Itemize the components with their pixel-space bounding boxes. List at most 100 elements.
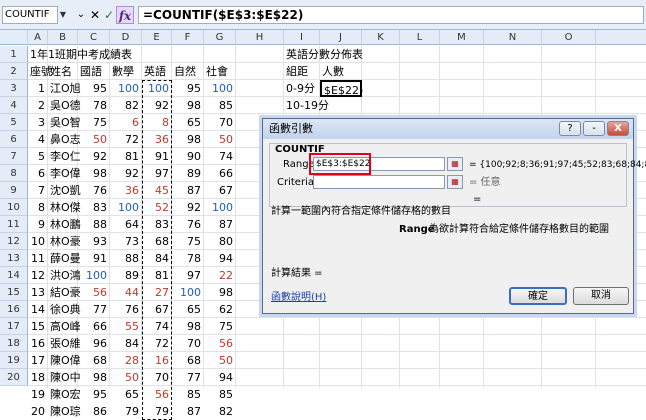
score-cell[interactable]: 76	[112, 301, 142, 318]
row-header[interactable]: 17	[0, 318, 28, 335]
score-cell[interactable]: 36	[112, 182, 142, 199]
score-cell[interactable]: 70	[174, 335, 204, 352]
score-cell[interactable]: 89	[112, 267, 142, 284]
student-name[interactable]: 張O維	[50, 335, 81, 352]
student-name[interactable]: 李O仁	[50, 148, 81, 165]
score-cell[interactable]: 100	[80, 267, 110, 284]
score-cell[interactable]: 85	[174, 386, 204, 403]
score-cell[interactable]: 78	[80, 97, 110, 114]
row-header[interactable]: 19	[0, 352, 28, 369]
student-name[interactable]: 林O傑	[50, 199, 81, 216]
score-cell[interactable]: 7	[30, 182, 48, 199]
score-cell[interactable]: 15	[30, 318, 48, 335]
student-name[interactable]: 陳O中	[50, 369, 81, 386]
score-cell[interactable]: 62	[206, 301, 236, 318]
row-header[interactable]: 12	[0, 233, 28, 250]
score-cell[interactable]: 64	[112, 216, 142, 233]
student-name[interactable]: 高O峰	[50, 318, 81, 335]
student-name[interactable]: 陳O宏	[50, 386, 81, 403]
score-cell[interactable]: 5	[30, 148, 48, 165]
score-cell[interactable]: 79	[112, 403, 142, 420]
score-cell[interactable]: 85	[206, 386, 236, 403]
score-cell[interactable]: 83	[80, 199, 110, 216]
row-header[interactable]: 15	[0, 284, 28, 301]
score-cell[interactable]: 95	[80, 80, 110, 97]
column-label[interactable]: 數學	[112, 63, 142, 80]
score-cell[interactable]: 50	[206, 352, 236, 369]
score-cell[interactable]: 19	[30, 386, 48, 403]
row-header[interactable]: 16	[0, 301, 28, 318]
student-name[interactable]: 沈O凱	[50, 182, 81, 199]
student-name[interactable]: 薛O曼	[50, 250, 81, 267]
column-label[interactable]: 姓名	[50, 63, 78, 80]
score-cell[interactable]: 6	[112, 114, 142, 131]
row-header[interactable]: 20	[0, 369, 28, 386]
student-name[interactable]: 鼻O志	[50, 131, 81, 148]
score-cell[interactable]: 10	[30, 233, 48, 250]
score-cell[interactable]: 90	[174, 148, 204, 165]
score-cell[interactable]: 50	[80, 131, 110, 148]
column-label[interactable]: 自然	[174, 63, 204, 80]
student-name[interactable]: 林O豪	[50, 233, 81, 250]
distribution-title[interactable]: 英語分數分佈表	[286, 46, 363, 63]
score-cell[interactable]: 13	[30, 284, 48, 301]
score-cell[interactable]: 9	[30, 216, 48, 233]
student-name[interactable]: 結O豪	[50, 284, 81, 301]
student-name[interactable]: 李O偉	[50, 165, 81, 182]
score-cell[interactable]: 89	[174, 165, 204, 182]
score-cell[interactable]: 92	[112, 165, 142, 182]
row-header[interactable]: 10	[0, 199, 28, 216]
score-cell[interactable]: 65	[174, 301, 204, 318]
score-cell[interactable]: 68	[174, 352, 204, 369]
row-header[interactable]: 3	[0, 80, 28, 97]
ok-button[interactable]: 確定	[509, 287, 567, 305]
score-cell[interactable]: 98	[80, 165, 110, 182]
score-cell[interactable]: 77	[174, 369, 204, 386]
criteria-input[interactable]	[313, 175, 445, 189]
distribution-group[interactable]: 10-19分	[286, 97, 329, 114]
score-cell[interactable]: 72	[112, 131, 142, 148]
score-cell[interactable]: 14	[30, 301, 48, 318]
column-label[interactable]: 座號	[30, 63, 52, 80]
score-cell[interactable]: 77	[80, 301, 110, 318]
score-cell[interactable]: 82	[112, 97, 142, 114]
score-cell[interactable]: 80	[206, 233, 236, 250]
score-cell[interactable]: 94	[206, 369, 236, 386]
score-cell[interactable]: 92	[80, 148, 110, 165]
score-cell[interactable]: 56	[206, 335, 236, 352]
column-label[interactable]: 國語	[80, 63, 110, 80]
score-cell[interactable]: 87	[174, 182, 204, 199]
score-cell[interactable]: 2	[30, 97, 48, 114]
row-header[interactable]: 1	[0, 46, 28, 63]
distribution-header[interactable]: 人數	[322, 63, 362, 80]
row-header[interactable]: 14	[0, 267, 28, 284]
score-cell[interactable]: 98	[80, 369, 110, 386]
student-name[interactable]: 江O旭	[50, 80, 81, 97]
row-header[interactable]: 2	[0, 63, 28, 80]
score-cell[interactable]: 92	[174, 199, 204, 216]
score-cell[interactable]: 98	[206, 284, 236, 301]
score-cell[interactable]: 100	[206, 199, 236, 216]
score-cell[interactable]: 98	[174, 131, 204, 148]
score-cell[interactable]: 4	[30, 131, 48, 148]
score-cell[interactable]: 78	[174, 250, 204, 267]
score-cell[interactable]: 8	[30, 199, 48, 216]
row-header[interactable]: 8	[0, 165, 28, 182]
row-header[interactable]: 7	[0, 148, 28, 165]
row-header[interactable]: 9	[0, 182, 28, 199]
score-cell[interactable]: 66	[80, 318, 110, 335]
score-cell[interactable]: 75	[80, 114, 110, 131]
student-name[interactable]: 林O鵬	[50, 216, 81, 233]
score-cell[interactable]: 1	[30, 80, 48, 97]
score-cell[interactable]: 87	[174, 403, 204, 420]
help-link[interactable]: 函數說明(H)	[271, 291, 326, 305]
score-cell[interactable]: 17	[30, 352, 48, 369]
active-cell[interactable]: $E$22)	[320, 80, 363, 97]
score-cell[interactable]: 74	[206, 148, 236, 165]
score-cell[interactable]: 88	[80, 216, 110, 233]
score-cell[interactable]: 67	[206, 182, 236, 199]
row-header[interactable]: 4	[0, 97, 28, 114]
score-cell[interactable]: 70	[206, 114, 236, 131]
distribution-header[interactable]: 組距	[286, 63, 320, 80]
score-cell[interactable]: 50	[112, 369, 142, 386]
